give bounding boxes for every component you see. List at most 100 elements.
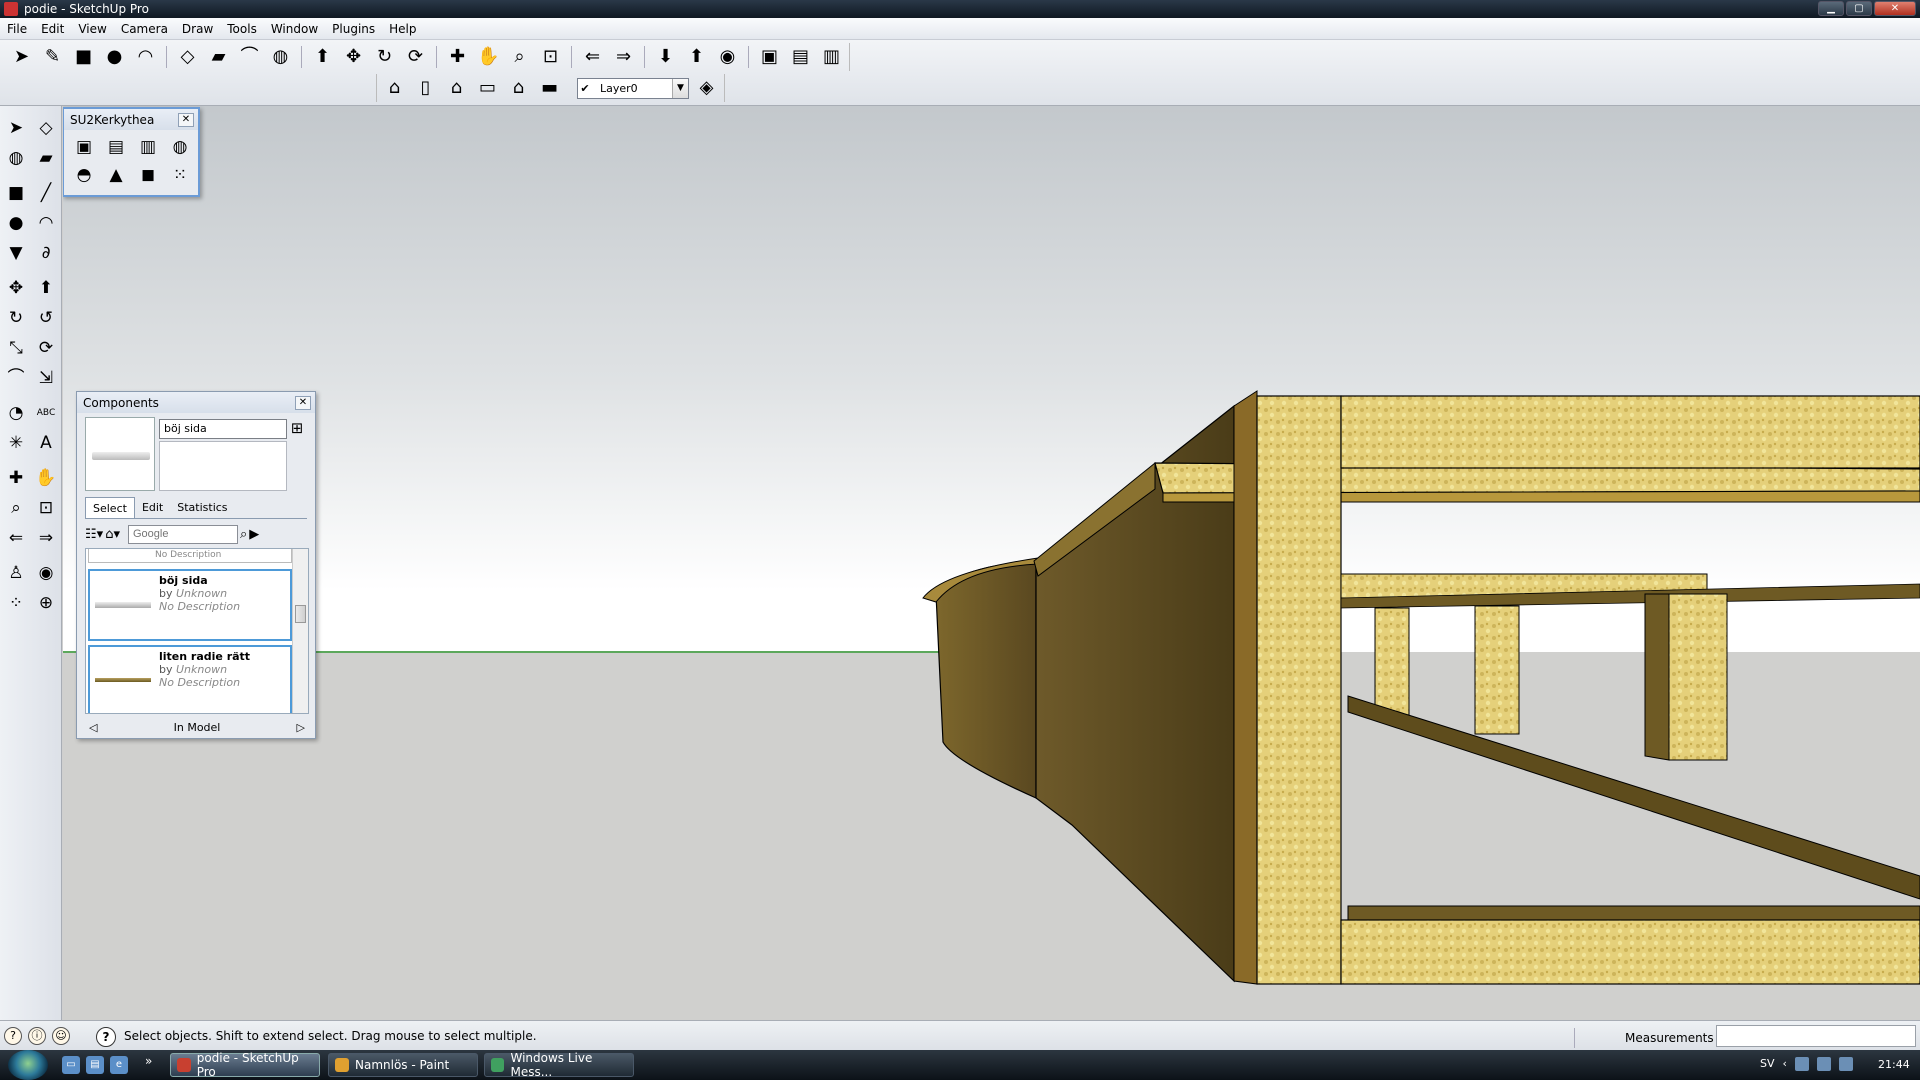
line-icon[interactable]: ╱ [31, 179, 61, 208]
back-view-icon[interactable]: ⌂ [505, 75, 532, 102]
arc-icon[interactable]: ◠ [31, 209, 61, 238]
taskbar-button[interactable]: Namnlös - Paint [328, 1053, 478, 1077]
pencil-icon[interactable]: ✎ [39, 44, 66, 71]
sketchup-app-icon[interactable] [4, 2, 18, 16]
layer-manager-icon[interactable]: ◈ [693, 75, 720, 102]
rotate-icon[interactable]: ↻ [1, 304, 31, 333]
show-desktop-icon[interactable]: ▭ [62, 1056, 80, 1074]
menu-window[interactable]: Window [264, 22, 325, 36]
forward-arrow-icon[interactable]: ▷ [297, 721, 305, 734]
palette-icon[interactable]: ⁙ [166, 162, 194, 188]
top-view-icon[interactable]: ▯ [412, 75, 439, 102]
taskbar-button[interactable]: Windows Live Mess... [484, 1051, 634, 1079]
user-icon[interactable]: ☺ [52, 1027, 70, 1045]
select-icon[interactable]: ➤ [8, 44, 35, 71]
zoom-icon[interactable]: ⌕ [506, 44, 533, 71]
rectangle-icon[interactable]: ■ [70, 44, 97, 71]
share-model-icon[interactable]: ⬆ [683, 44, 710, 71]
light-icon[interactable]: ▲ [102, 162, 130, 188]
geo-location-icon[interactable]: ? [4, 1027, 22, 1045]
polygon-icon[interactable]: ▼ [1, 239, 31, 268]
previous-view-icon[interactable]: ⇐ [1, 524, 31, 553]
circle-icon[interactable]: ● [1, 209, 31, 238]
3d-text-icon[interactable]: A [31, 429, 61, 458]
menu-plugins[interactable]: Plugins [325, 22, 382, 36]
offset-icon[interactable]: ⟳ [402, 44, 429, 71]
model-viewport[interactable]: SU2Kerkythea ✕ ▣ ▤ ▥ ◍ ◓ ▲ ◼ ⁙ Components ✕ böj… [63, 106, 1920, 1020]
menu-help[interactable]: Help [382, 22, 423, 36]
look-around-icon[interactable]: ◉ [31, 559, 61, 588]
scrollbar-thumb[interactable] [295, 605, 306, 623]
menu-camera[interactable]: Camera [114, 22, 175, 36]
paint-bucket-icon[interactable]: ◍ [267, 44, 294, 71]
network-icon[interactable] [1794, 1057, 1809, 1071]
add-to-model-icon[interactable]: ⊞ [289, 419, 305, 439]
zoom-extents-icon[interactable]: ⇒ [31, 524, 61, 553]
zoom-extents-icon[interactable]: ⊡ [537, 44, 564, 71]
back-arrow-icon[interactable]: ◁ [89, 721, 97, 734]
taskbar-button[interactable]: podie - SketchUp Pro [170, 1051, 320, 1079]
make-component-icon[interactable]: ◇ [31, 114, 61, 143]
arc-icon[interactable]: ◠ [132, 44, 159, 71]
move-icon[interactable]: ✥ [340, 44, 367, 71]
tab-select[interactable]: Select [85, 497, 135, 518]
toggle-terrain-icon[interactable]: ▤ [787, 44, 814, 71]
chevron-down-icon[interactable]: ▼ [672, 78, 688, 98]
rotate-icon[interactable]: ↻ [371, 44, 398, 71]
scale-icon[interactable]: ⤡ [1, 334, 31, 363]
get-current-view-icon[interactable]: ▣ [756, 44, 783, 71]
close-icon[interactable]: ✕ [178, 113, 194, 127]
close-icon[interactable]: ✕ [295, 396, 311, 410]
scene-icon[interactable]: ▤ [102, 134, 130, 160]
walk-icon[interactable]: ⁘ [1, 589, 31, 618]
get-models-icon[interactable]: ⬇ [652, 44, 679, 71]
tab-edit[interactable]: Edit [135, 497, 170, 518]
zoom-icon[interactable]: ⌕ [1, 494, 31, 523]
home-icon[interactable]: ⌂▾ [105, 527, 120, 542]
tab-statistics[interactable]: Statistics [170, 497, 234, 518]
iso-view-icon[interactable]: ⌂ [381, 75, 408, 102]
menu-view[interactable]: View [71, 22, 113, 36]
push-pull-icon[interactable]: ⬆ [31, 274, 61, 303]
layer-dropdown[interactable]: ✔ Layer0 ▼ [577, 77, 689, 99]
maximize-button[interactable]: ▢ [1846, 1, 1872, 16]
close-button[interactable]: ✕ [1874, 1, 1916, 16]
material-icon[interactable]: ◼ [134, 162, 162, 188]
push-pull-icon[interactable]: ⬆ [309, 44, 336, 71]
make-component-icon[interactable]: ◇ [174, 44, 201, 71]
move-icon[interactable]: ✥ [1, 274, 31, 303]
eraser-icon[interactable]: ▰ [31, 144, 61, 173]
tape-measure-icon[interactable]: ⌒ [236, 44, 263, 71]
animation-icon[interactable]: ▥ [134, 134, 162, 160]
position-camera-icon[interactable]: ♙ [1, 559, 31, 588]
menu-edit[interactable]: Edit [34, 22, 71, 36]
list-item-partial[interactable]: No Description [88, 549, 292, 563]
component-description-field[interactable] [159, 441, 287, 491]
list-scrollbar[interactable] [292, 549, 308, 713]
forward-arrow-icon[interactable]: ▶ [249, 527, 259, 542]
rectangle-icon[interactable]: ■ [1, 179, 31, 208]
search-input[interactable] [127, 524, 238, 544]
follow-me-icon[interactable]: ↺ [31, 304, 61, 333]
credits-icon[interactable]: ⓘ [28, 1027, 46, 1045]
tape-measure-icon[interactable]: ⌒ [1, 364, 31, 393]
orbit-icon[interactable]: ✚ [444, 44, 471, 71]
circle-icon[interactable]: ● [101, 44, 128, 71]
internet-explorer-icon[interactable]: e [110, 1056, 128, 1074]
orbit-icon[interactable]: ✚ [1, 464, 31, 493]
lamp-icon[interactable]: ◓ [70, 162, 98, 188]
section-plane-icon[interactable]: ⊕ [31, 589, 61, 618]
left-view-icon[interactable]: ▬ [536, 75, 563, 102]
next-view-icon[interactable]: ⇒ [610, 44, 637, 71]
dimension-icon[interactable]: ⇲ [31, 364, 61, 393]
text-icon[interactable]: ABC [31, 399, 61, 428]
view-options-icon[interactable]: ☷▾ [85, 527, 103, 542]
start-button[interactable] [8, 1050, 48, 1080]
eraser-icon[interactable]: ▰ [205, 44, 232, 71]
switch-windows-icon[interactable]: ▤ [86, 1056, 104, 1074]
quick-launch-chevron-icon[interactable]: » [145, 1054, 152, 1068]
help-icon[interactable]: ? [96, 1027, 116, 1047]
front-view-icon[interactable]: ⌂ [443, 75, 470, 102]
tray-expand-icon[interactable]: ‹ [1783, 1057, 1787, 1071]
list-item[interactable]: liten radie rätt by Unknown No Descripti… [88, 645, 292, 713]
